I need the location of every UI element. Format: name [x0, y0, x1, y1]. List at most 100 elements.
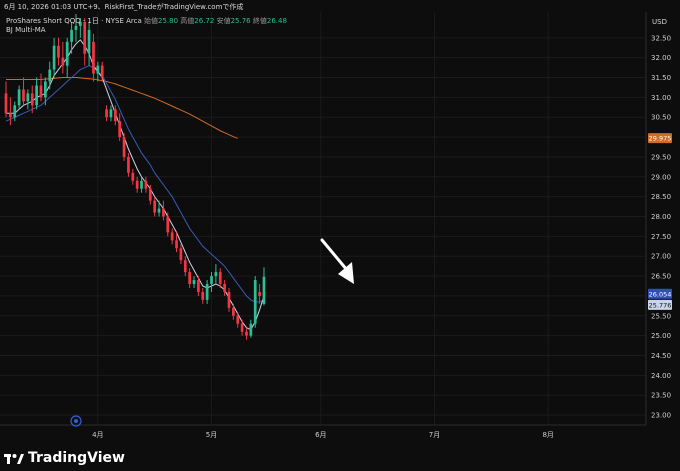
symbol-legend[interactable]: ProShares Short QQQ · 1日 · NYSE Arca 始値2…: [6, 16, 287, 26]
candle-body: [35, 85, 38, 106]
candle-body: [9, 113, 12, 118]
price-tick-label: 25.50: [651, 312, 671, 320]
candle-body: [30, 93, 34, 106]
price-tick-label: 23.50: [651, 392, 671, 400]
candle-down: [122, 133, 126, 161]
candle-body: [70, 29, 73, 42]
candle-body: [227, 291, 231, 308]
price-chart[interactable]: 23.0023.5024.0024.5025.0025.5026.0026.50…: [0, 0, 680, 471]
time-tick-label: 6月: [315, 431, 326, 439]
candle-body: [65, 41, 69, 66]
indicator-legend[interactable]: BJ Multi-MA: [6, 26, 46, 34]
candle-body: [153, 200, 157, 213]
candle-body: [26, 93, 30, 102]
candle-body: [183, 260, 187, 273]
candle-body: [205, 284, 209, 300]
candle-body: [214, 272, 218, 277]
candle-body: [105, 109, 108, 118]
price-tick-label: 29.50: [651, 153, 671, 161]
candle-body: [57, 45, 60, 58]
price-tick-label: 32.50: [651, 34, 671, 42]
price-tick-label: 23.00: [651, 412, 671, 420]
close-label: 終値: [252, 17, 267, 25]
candle-body: [210, 276, 213, 285]
candle-body: [162, 208, 165, 217]
candle-body: [232, 307, 235, 316]
candle-body: [118, 121, 122, 138]
last-price-tag: 29.975: [648, 133, 672, 144]
candle-body: [170, 232, 174, 241]
last-price-tag-text: 29.975: [649, 135, 672, 143]
tradingview-logo-icon: [4, 454, 24, 464]
low-label: 安値: [216, 17, 231, 25]
last-price-tag-text: 25.776: [649, 301, 672, 309]
chart-header: 6月 10, 2026 01:03 UTC+9、RiskFirst_Tradeが…: [4, 3, 244, 11]
price-tick-label: 32.00: [651, 54, 671, 62]
time-tick-label: 4月: [92, 431, 103, 439]
candle-body: [13, 105, 17, 118]
candle-body: [87, 29, 91, 54]
candle-body: [175, 240, 178, 249]
candle-body: [179, 248, 183, 261]
candle-body: [113, 109, 117, 122]
last-price-tag: 26.054: [648, 288, 672, 299]
close-value: 26.48: [266, 17, 287, 25]
candle-body: [52, 45, 56, 70]
candle-body: [83, 21, 87, 54]
price-tick-label: 31.00: [651, 94, 671, 102]
candle-body: [74, 25, 78, 30]
candle-body: [144, 180, 148, 189]
price-tick-label: 29.00: [651, 173, 671, 181]
candle-body: [61, 57, 65, 66]
candle-body: [148, 188, 152, 201]
brand-name: TradingView: [28, 450, 125, 466]
candle-body: [201, 291, 205, 300]
candle-body: [192, 280, 196, 285]
price-tick-label: 27.50: [651, 233, 671, 241]
last-price-tag-text: 26.054: [649, 290, 672, 298]
candle-body: [17, 89, 21, 106]
candle-body: [197, 280, 200, 292]
candle-up: [253, 276, 257, 328]
candle-body: [245, 331, 248, 336]
candle-body: [4, 93, 8, 114]
price-tick-label: 30.50: [651, 114, 671, 122]
candle-body: [188, 272, 191, 285]
candle-body: [92, 41, 95, 74]
open-label: 始値: [144, 17, 159, 25]
candle-body: [96, 65, 100, 74]
price-tick-label: 28.00: [651, 213, 671, 221]
price-tick-label: 25.00: [651, 332, 671, 340]
price-tick-label: 28.50: [651, 193, 671, 201]
candle-body: [22, 89, 25, 102]
high-value: 26.72: [194, 17, 215, 25]
open-value: 25.80: [158, 17, 179, 25]
candle-body: [236, 315, 240, 324]
candle-body: [249, 323, 253, 336]
last-price-tag: 25.776: [648, 299, 672, 310]
price-tick-label: 24.50: [651, 352, 671, 360]
candle-body: [131, 172, 135, 181]
low-value: 25.76: [230, 17, 251, 25]
currency-label[interactable]: USD: [652, 18, 667, 26]
candle-body: [157, 208, 161, 213]
price-tick-label: 31.50: [651, 74, 671, 82]
candle-body: [135, 180, 139, 189]
candle-body: [240, 323, 244, 332]
candle-body: [253, 280, 257, 324]
candle-body: [109, 109, 113, 118]
candle-body: [39, 85, 43, 98]
candle-body: [48, 69, 52, 82]
brand-logo: TradingView: [4, 447, 125, 469]
candle-body: [218, 272, 222, 285]
candle-body: [262, 276, 266, 304]
symbol-name: ProShares Short QQQ · 1日 · NYSE Arca: [6, 17, 142, 25]
candle-body: [223, 284, 226, 292]
candle-body: [166, 216, 170, 233]
high-label: 高値: [180, 17, 195, 25]
candle-body: [43, 81, 47, 98]
price-tick-label: 26.50: [651, 273, 671, 281]
candle-body: [127, 156, 130, 173]
time-tick-label: 5月: [206, 431, 217, 439]
candle-body: [140, 180, 143, 189]
